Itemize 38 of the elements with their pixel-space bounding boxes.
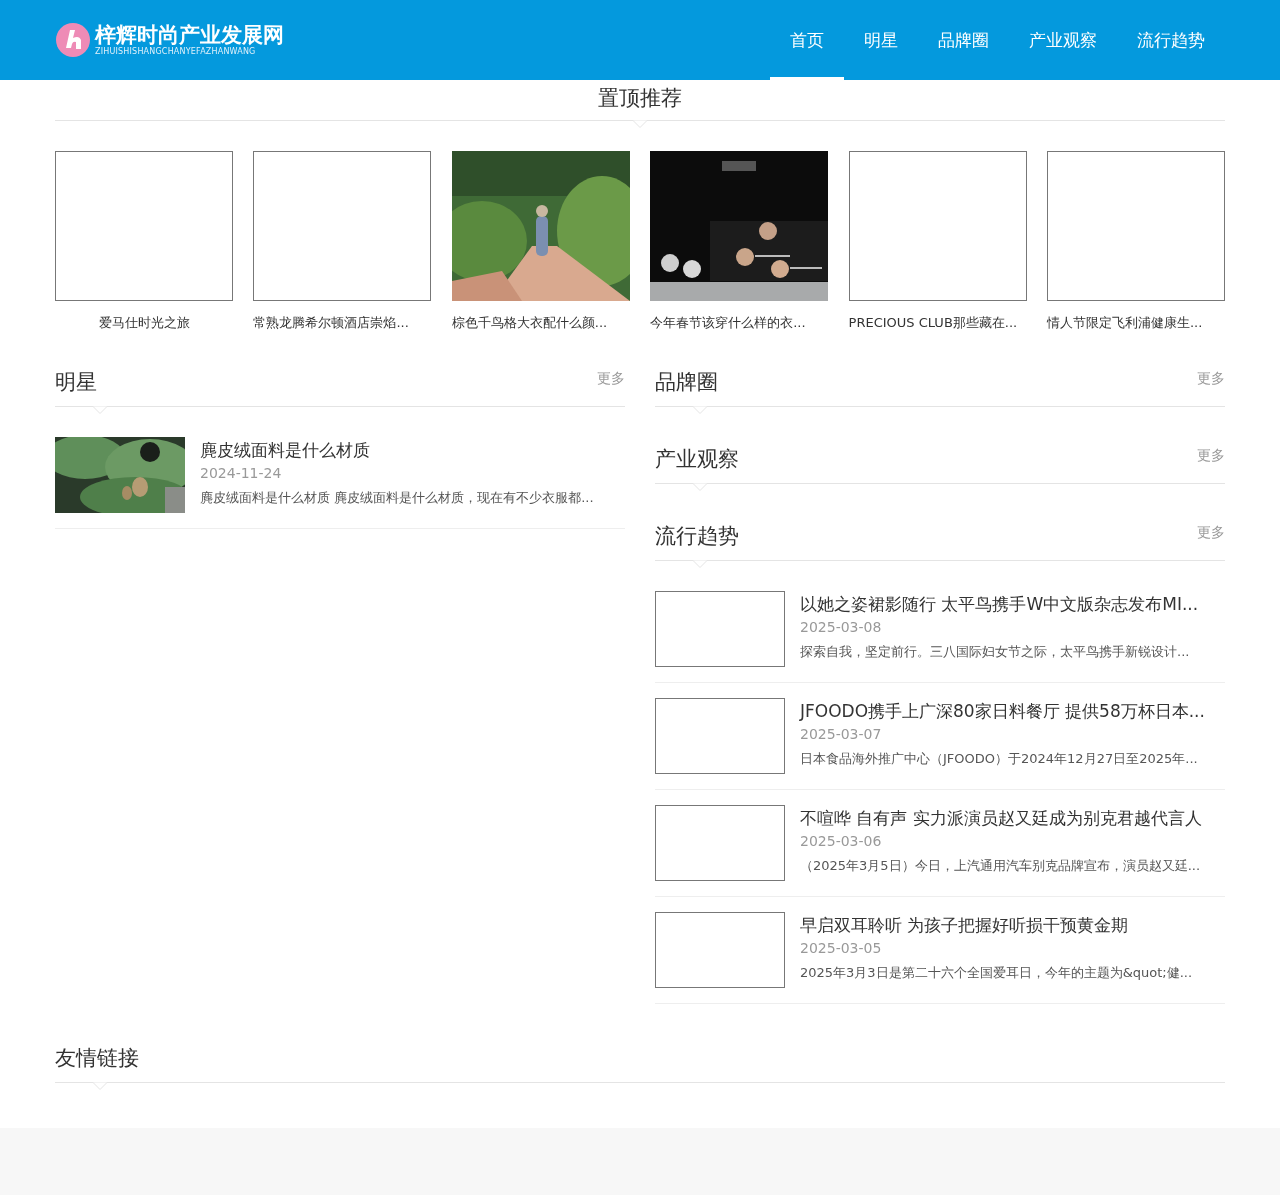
card-caption[interactable]: PRECIOUS CLUB那些藏在... [848,314,1027,332]
section-title: 友情链接 [55,1045,139,1072]
section-title: 置顶推荐 [597,85,683,112]
card-caption[interactable]: 情人节限定飞利浦健康生... [1046,314,1225,332]
image-placeholder[interactable] [848,151,1027,301]
card-caption[interactable]: 棕色千鸟格大衣配什么颜... [451,314,630,332]
image-placeholder[interactable] [655,591,785,667]
image-placeholder[interactable] [1046,151,1225,301]
article-date: 2025-03-08 [800,618,883,637]
section-title: 产业观察 [655,446,739,473]
card-caption[interactable]: 爱马仕时光之旅 [55,314,233,332]
image-placeholder[interactable] [253,151,432,301]
article-title[interactable]: 早启双耳聆听 为孩子把握好听损干预黄金期 [800,912,1193,938]
article-summary: （2025年3月5日）今日，上汽通用汽车别克品牌宣布，演员赵又廷... [800,857,1202,875]
article-date: 2024-11-24 [200,464,283,483]
article-date: 2025-03-05 [800,939,883,958]
image-placeholder[interactable] [655,805,785,881]
article-date: 2025-03-06 [800,832,883,851]
logo-icon [55,22,91,58]
article-summary: 2025年3月3日是第二十六个全国爱耳日，今年的主题为&quot;健... [800,964,1193,982]
card-caption[interactable]: 常熟龙腾希尔顿酒店崇焰... [253,314,432,332]
article-summary: 日本食品海外推广中心（JFOODO）于2024年12月27日至2025年... [800,750,1199,768]
article-summary: 探索自我，坚定前行。三八国际妇女节之际，太平鸟携手新锐设计... [800,643,1191,661]
site-subtitle: ZIHUISHISHANGCHANYEFAZHANWANG [95,47,257,57]
article-summary: 麂皮绒面料是什么材质 麂皮绒面料是什么材质，现在有不少衣服都... [200,489,594,507]
section-title: 品牌圈 [655,369,718,396]
image-placeholder[interactable] [55,151,233,301]
article-title[interactable]: 麂皮绒面料是什么材质 [200,437,594,463]
article-title[interactable]: JFOODO携手上广深80家日料餐厅 提供58万杯日本... [800,698,1205,724]
image-placeholder[interactable] [655,912,785,988]
article-title[interactable]: 以她之姿裙影随行 太平鸟携手W中文版杂志发布MI... [800,591,1199,617]
article-date: 2025-03-07 [800,725,883,744]
site-title: 梓辉时尚产业发展网 [95,23,284,47]
section-title: 流行趋势 [655,523,739,550]
card-caption[interactable]: 今年春节该穿什么样的衣... [650,314,829,332]
article-title[interactable]: 不喧哗 自有声 实力派演员赵又廷成为别克君越代言人 [800,805,1202,831]
image-placeholder[interactable] [655,698,785,774]
section-title: 明星 [55,369,97,396]
